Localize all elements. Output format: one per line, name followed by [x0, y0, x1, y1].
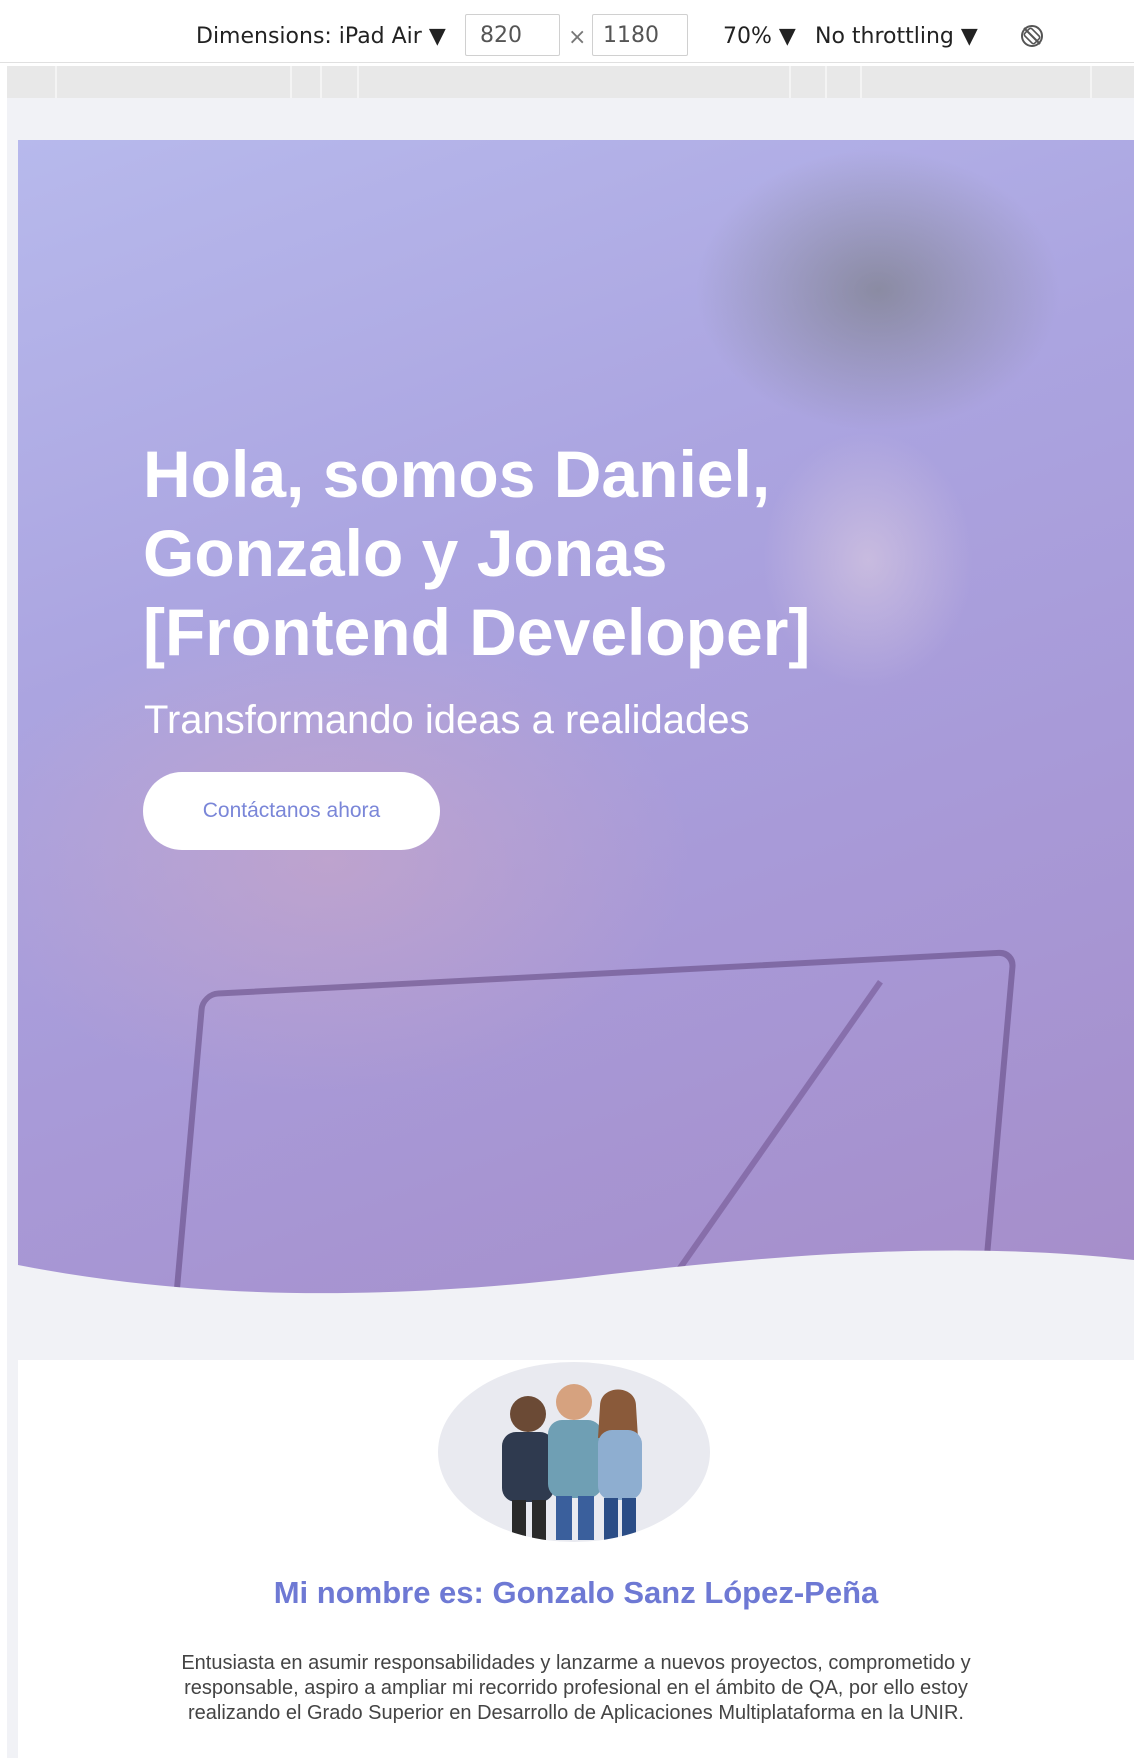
about-name-heading: Mi nombre es: Gonzalo Sanz López-Peña — [273, 1575, 879, 1610]
width-input[interactable]: 820 — [465, 14, 560, 56]
hero-title: Hola, somos Daniel, Gonzalo y Jonas [Fro… — [143, 435, 1043, 672]
height-input[interactable]: 1180 — [592, 14, 688, 56]
hero-section: Hola, somos Daniel, Gonzalo y Jonas [Fro… — [18, 140, 1134, 1360]
hero-subtitle: Transformando ideas a realidades — [144, 698, 750, 742]
ruler-segment[interactable] — [860, 66, 862, 98]
media-query-ruler[interactable] — [7, 66, 1134, 98]
ruler-segment[interactable] — [789, 66, 791, 98]
hero-wave-divider — [18, 1250, 1134, 1360]
dimensions-dropdown[interactable]: Dimensions: iPad Air ▼ — [196, 19, 446, 55]
hero-title-line: [Frontend Developer] — [143, 595, 811, 669]
rotate-icon[interactable] — [1018, 22, 1046, 50]
hero-title-line: Gonzalo y Jonas — [143, 516, 668, 590]
throttling-dropdown[interactable]: No throttling ▼ — [815, 19, 978, 55]
about-section: Mi nombre es: Gonzalo Sanz López-Peña En… — [18, 1360, 1134, 1758]
contact-now-button[interactable]: Contáctanos ahora — [143, 772, 440, 850]
zoom-dropdown[interactable]: 70% ▼ — [723, 19, 796, 55]
device-toolbar: Dimensions: iPad Air ▼ 820 × 1180 70% ▼ … — [0, 0, 1134, 63]
hero-title-line: Hola, somos Daniel, — [143, 437, 771, 511]
team-photo-illustration — [502, 1384, 642, 1540]
ruler-segment[interactable] — [1090, 66, 1092, 98]
emulated-page: Hola, somos Daniel, Gonzalo y Jonas [Fro… — [18, 140, 1134, 1758]
times-separator: × — [568, 25, 587, 50]
ruler-segment[interactable] — [825, 66, 827, 98]
ruler-segment[interactable] — [357, 66, 359, 98]
ruler-segment[interactable] — [55, 66, 57, 98]
about-description: Entusiasta en asumir responsabilidades y… — [181, 1652, 971, 1724]
ruler-segment[interactable] — [320, 66, 322, 98]
ruler-segment[interactable] — [290, 66, 292, 98]
team-photo — [438, 1362, 710, 1542]
